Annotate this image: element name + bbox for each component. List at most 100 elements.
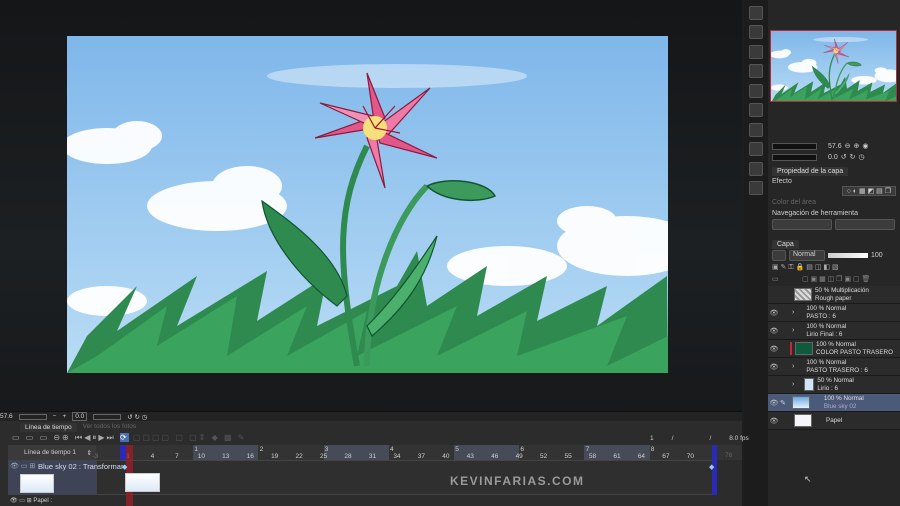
layer-row[interactable]: 👁 › 100 % Normal PASTO TRASERO : 6 xyxy=(768,358,900,376)
canvas-rotation-value[interactable]: 0.0 xyxy=(72,412,88,421)
eye-icon[interactable]: 👁 xyxy=(10,498,18,504)
track-lane[interactable] xyxy=(96,460,716,495)
layer-row[interactable]: 👁 Papel xyxy=(768,412,900,430)
panel-toggle-icon[interactable] xyxy=(749,25,763,39)
second-label: 7 xyxy=(585,446,590,453)
eye-icon[interactable]: 👁 xyxy=(768,399,780,407)
fps-value[interactable]: 8.0 fps xyxy=(729,435,749,442)
tab-all-frames[interactable]: Ver todos los fotos xyxy=(83,423,136,432)
blend-mode-select[interactable]: Normal xyxy=(789,250,825,261)
toolbar-icons-left[interactable]: ▭ ▭ ▭ xyxy=(12,433,53,442)
track-header[interactable]: 👁 ▭ ⊞ Papel : xyxy=(8,496,96,506)
folder-expand-icon[interactable]: › xyxy=(792,381,794,388)
panel-toggle-icon[interactable] xyxy=(749,181,763,195)
second-label: 5 xyxy=(455,446,459,453)
effect-icons[interactable]: ○ ◐ ▦ ◩ ▤ ❐ xyxy=(841,186,896,196)
expand-icon[interactable]: ⊞ xyxy=(29,463,35,470)
keyframe-cel[interactable] xyxy=(125,473,160,492)
eye-icon[interactable]: 👁 xyxy=(10,463,19,470)
folder-expand-icon[interactable]: › xyxy=(792,309,794,316)
tab-layer-property[interactable]: Propiedad de la capa xyxy=(772,166,849,176)
frame-label: 40 xyxy=(442,453,450,460)
frame-label: 49 xyxy=(515,453,523,460)
panel-toggle-icon[interactable] xyxy=(749,162,763,176)
tool-nav-button-2[interactable] xyxy=(835,219,895,230)
zoom-in-icon[interactable]: ⊕ xyxy=(854,142,860,150)
rotate-right-icon[interactable]: ↻ xyxy=(850,153,856,161)
tool-nav-button-1[interactable] xyxy=(772,219,832,230)
layer-mode: 100 % Normal xyxy=(806,304,847,312)
panel-toggle-icon[interactable] xyxy=(749,103,763,117)
navigator-thumbnail xyxy=(771,31,897,102)
layer-row[interactable]: 👁 › 100 % Normal PASTO : 6 xyxy=(768,304,900,322)
eye-icon[interactable]: 👁 xyxy=(768,345,780,353)
tab-timeline[interactable]: Línea de tiempo xyxy=(20,423,77,432)
loop-icon[interactable]: ⟳ xyxy=(119,433,129,442)
expand-icon[interactable]: ⊞ xyxy=(27,498,32,504)
panel-toggle-icon[interactable] xyxy=(749,123,763,137)
tool-nav-label: Navegación de herramienta xyxy=(772,210,858,217)
opacity-value[interactable]: 100 xyxy=(871,252,883,259)
layer-row[interactable]: 👁 100 % Normal COLOR PASTO TRASERO xyxy=(768,340,900,358)
layer-row[interactable]: 50 % Multiplicación Rough paper xyxy=(768,286,900,304)
eye-icon[interactable]: 👁 xyxy=(768,327,780,335)
eye-icon[interactable]: 👁 xyxy=(768,417,780,425)
zoom-in-icon[interactable]: ⊕ xyxy=(62,433,71,442)
panel-toggle-icon[interactable] xyxy=(749,142,763,156)
layer-tabbar: Capa xyxy=(768,239,900,249)
rotate-icons[interactable]: ↺ ↻ ◷ xyxy=(127,413,147,421)
eye-icon[interactable]: 👁 xyxy=(768,309,780,317)
zoom-plus[interactable]: + xyxy=(62,413,66,420)
tool-nav-row: Navegación de herramienta xyxy=(768,209,900,218)
lock-icons[interactable]: ▣ ✎ ⚿ 🔒 ▤ ◫ ◧ ▧ xyxy=(772,263,839,272)
zoom-slider[interactable] xyxy=(772,142,817,150)
panel-toggle-icon[interactable] xyxy=(749,84,763,98)
tool-nav-buttons xyxy=(768,218,900,231)
frame-label: 13 xyxy=(222,453,230,460)
panel-toggle-icon[interactable] xyxy=(749,64,763,78)
zoom-out-icon[interactable]: ⊖ xyxy=(53,433,62,442)
canvas-rotation-slider[interactable] xyxy=(93,413,122,420)
track-header[interactable]: 👁 ▭ ⊞ Blue sky 02 : Transformar xyxy=(8,460,123,495)
last-frame-icon[interactable]: ⏭ xyxy=(107,433,116,442)
next-frame-icon[interactable]: ▶ xyxy=(98,433,106,442)
frame-label: 64 xyxy=(637,453,646,460)
layer-blend-row: Normal 100 xyxy=(768,250,900,261)
toolbar-icons-right[interactable]: ▢▢▢▢ ▢ ▢⇕ ◆ ▩ ✎ xyxy=(133,433,247,442)
second-label: 3 xyxy=(324,446,329,453)
zoom-minus[interactable]: − xyxy=(53,413,57,420)
layer-name: Papel xyxy=(826,416,843,424)
reset-icon[interactable]: ◷ xyxy=(858,153,864,161)
layer-row-selected[interactable]: 👁 ✎ 100 % Normal Blue sky 02 xyxy=(768,394,900,412)
layer-mode: 100 % Normal xyxy=(816,340,856,348)
eye-icon[interactable]: 👁 xyxy=(768,363,780,371)
area-color-row: Color del área xyxy=(768,198,900,207)
panel-toggle-icon[interactable] xyxy=(749,6,763,20)
zoom-value: 57.6 xyxy=(828,142,842,150)
first-frame-icon[interactable]: ⏮ xyxy=(75,433,84,442)
layer-row[interactable]: › 50 % Normal Lirio : 6 xyxy=(768,376,900,394)
rotate-slider[interactable] xyxy=(772,153,817,161)
keyframe-diamond-icon[interactable]: ◆ xyxy=(709,463,714,471)
layer-thumbnail xyxy=(794,414,812,427)
folder-expand-icon[interactable]: › xyxy=(792,327,794,334)
tab-layer[interactable]: Capa xyxy=(772,239,799,249)
layer-row[interactable]: 👁 › 100 % Normal Lirio Final : 6 xyxy=(768,322,900,340)
canvas-zoom-slider[interactable] xyxy=(18,413,47,420)
color-select[interactable] xyxy=(772,250,786,261)
rotate-left-icon[interactable]: ↺ xyxy=(841,153,847,161)
layer-action-icons[interactable]: ▭ ▢ ▣ ▦ ◫ ❐ ▣ ▢ 🗑 xyxy=(772,275,870,283)
opacity-slider[interactable] xyxy=(828,253,868,258)
artwork-canvas[interactable] xyxy=(67,36,668,373)
navigator-preview[interactable] xyxy=(770,30,897,102)
timeline-select[interactable]: Línea de tiempo 1 ⇕ xyxy=(8,445,96,460)
panel-toggle-icon[interactable] xyxy=(749,45,763,59)
layer-name: Lirio Final : 6 xyxy=(806,330,843,338)
folder-expand-icon[interactable]: › xyxy=(792,363,794,370)
fit-icon[interactable]: ◉ xyxy=(862,142,868,150)
zoom-out-icon[interactable]: ⊖ xyxy=(845,142,851,150)
canvas-area[interactable] xyxy=(0,0,742,411)
layer-mode: 100 % Normal xyxy=(806,358,847,366)
frame-label: 4 xyxy=(150,453,155,460)
layer-mode: 50 % Multiplicación xyxy=(815,286,869,294)
